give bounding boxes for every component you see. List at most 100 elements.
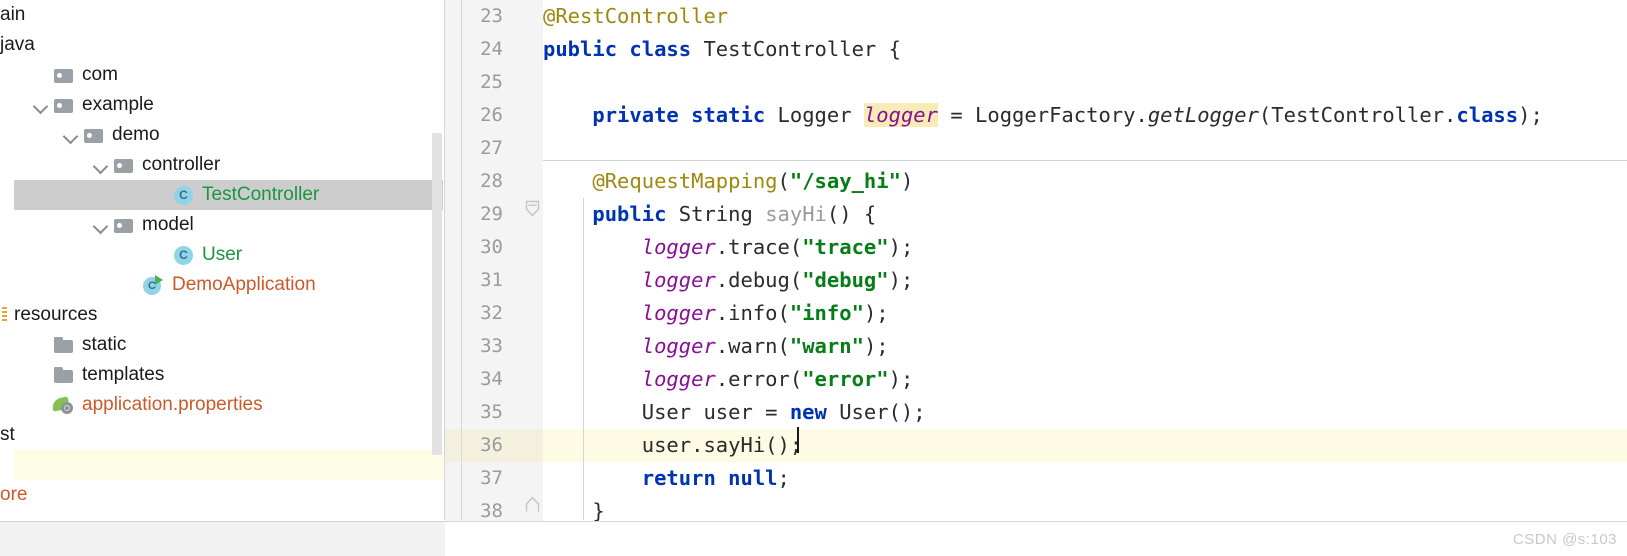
token-k: private [592,103,679,127]
line-number: 27 [480,137,503,159]
run-triangle-icon [155,275,163,285]
token-fld: logger [641,235,716,259]
fold-gutter-zone[interactable] [517,231,543,264]
tree-item-ain[interactable]: ain [0,0,25,30]
token-ann: @RestController [543,4,729,28]
token-pl: ; [777,466,790,490]
tree-item-demoapplication[interactable]: DemoApplication [0,270,316,300]
line-number: 34 [480,368,503,390]
code-line-28[interactable]: 28 @RequestMapping("/say_hi") [445,165,1627,198]
token-pl: ); [888,268,914,292]
line-number: 32 [480,302,503,324]
chevron-down-icon[interactable] [60,124,82,146]
fold-gutter-zone[interactable] [517,0,543,33]
code-line-37[interactable]: 37 return null; [445,462,1627,495]
tree-item-com[interactable]: com [0,60,118,90]
chevron-down-icon[interactable] [90,154,112,176]
tree-item-st[interactable]: st [0,420,15,450]
code-line-33[interactable]: 33 logger.warn("warn"); [445,330,1627,363]
code-editor[interactable]: 23 @RestController 24 public class TestCont… [445,0,1627,556]
line-number: 26 [480,104,503,126]
line-number: 28 [480,170,503,192]
code-line-26[interactable]: 26 private static Logger logger = Logger… [445,99,1627,132]
tree-item-model[interactable]: model [0,210,194,240]
token-pl: User user = [543,400,790,424]
fold-end-icon[interactable] [525,496,540,513]
fold-gutter-zone[interactable] [517,132,543,165]
code-text[interactable]: return null; [543,462,790,495]
sidebar-scrollbar-thumb[interactable] [432,133,442,455]
tree-item-label: ain [0,4,26,25]
fold-gutter-zone[interactable] [517,330,543,363]
tree-item-user[interactable]: User [0,240,242,270]
token-pl: ); [863,334,889,358]
code-text[interactable]: logger.warn("warn"); [543,330,889,363]
token-k: static [691,103,766,127]
tree-item-blank[interactable] [14,450,443,480]
code-text[interactable]: @RequestMapping("/say_hi") [543,165,913,198]
fold-start-icon[interactable] [525,200,540,217]
tree-item-ore[interactable]: ore [0,480,27,510]
fold-gutter-zone[interactable] [517,33,543,66]
tree-item-label: demo [112,124,160,145]
code-text[interactable]: logger.info("info"); [543,297,889,330]
code-text[interactable]: @RestController [543,0,728,33]
tree-item-demo[interactable]: demo [0,120,160,150]
code-text[interactable]: private static Logger logger = LoggerFac… [543,99,1543,132]
code-line-29[interactable]: 29 public String sayHi() { [445,198,1627,231]
package-folder-icon [112,214,136,236]
fold-gutter-zone[interactable] [517,462,543,495]
code-line-35[interactable]: 35 User user = new User(); [445,396,1627,429]
code-text[interactable]: logger.debug("debug"); [543,264,914,297]
line-number: 31 [480,269,503,291]
token-mths: getLogger [1147,103,1259,127]
tree-item-label: DemoApplication [172,274,316,295]
code-line-25[interactable]: 25 [445,66,1627,99]
tree-item-label: templates [82,364,165,385]
tree-item-example[interactable]: example [0,90,154,120]
tree-item-templates[interactable]: templates [0,360,164,390]
token-pl: ); [1518,103,1543,127]
code-line-34[interactable]: 34 logger.error("error"); [445,363,1627,396]
chevron-down-icon[interactable] [30,94,52,116]
tree-item-java[interactable]: java [0,30,35,60]
fold-gutter-zone[interactable] [517,363,543,396]
tree-item-label: User [202,244,243,265]
token-str: "info" [789,301,864,325]
token-k: new [789,400,827,424]
fold-gutter-zone[interactable] [517,264,543,297]
fold-gutter-zone[interactable] [517,429,543,462]
fold-gutter-zone[interactable] [517,165,543,198]
code-text[interactable]: public class TestController { [543,33,901,66]
code-text[interactable]: logger.error("error"); [543,363,914,396]
code-line-31[interactable]: 31 logger.debug("debug"); [445,264,1627,297]
tree-item-application-properties[interactable]: application.properties [0,390,263,420]
code-text[interactable]: User user = new User(); [543,396,926,429]
tree-item-label: example [82,94,154,115]
tree-item-label: application.properties [82,394,263,415]
chevron-down-icon[interactable] [90,214,112,236]
fold-gutter-zone[interactable] [517,297,543,330]
code-line-24[interactable]: 24 public class TestController { [445,33,1627,66]
tree-item-resources[interactable]: resources [0,300,97,330]
tree-item-static[interactable]: static [0,330,126,360]
code-line-32[interactable]: 32 logger.info("info"); [445,297,1627,330]
token-pl: .trace( [715,235,803,259]
token-str: "warn" [789,334,864,358]
spring-leaf-part [64,405,70,411]
watermark-label: CSDN @s:103 [1512,531,1617,548]
code-text[interactable]: user.sayHi(); [543,429,802,462]
code-text[interactable]: public String sayHi() { [543,198,876,231]
code-line-23[interactable]: 23 @RestController [445,0,1627,33]
project-tree-panel[interactable]: ain java com example demo controller TestContr… [0,0,445,556]
fold-gutter-zone[interactable] [517,99,543,132]
code-line-36[interactable]: 36 user.sayHi(); [445,429,1627,462]
code-line-30[interactable]: 30 logger.trace("trace"); [445,231,1627,264]
code-text[interactable]: logger.trace("trace"); [543,231,914,264]
tree-item-controller[interactable]: controller [0,150,220,180]
tree-item-testcontroller[interactable]: TestController [14,180,443,210]
fold-gutter-zone[interactable] [517,396,543,429]
fold-gutter-zone[interactable] [517,66,543,99]
